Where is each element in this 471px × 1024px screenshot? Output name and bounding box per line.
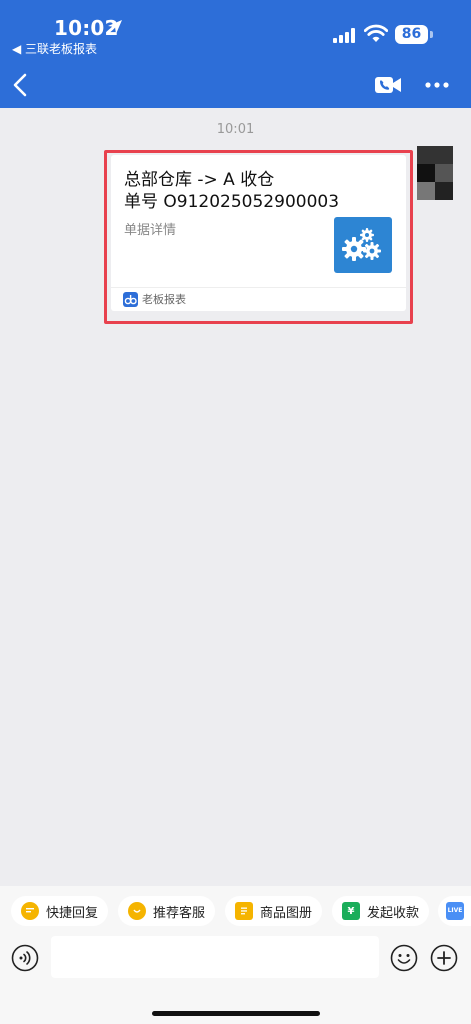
app-logo-icon [123,291,138,307]
location-arrow-icon [108,20,122,34]
live-icon: LIVE [446,902,464,920]
card-divider [111,287,406,288]
battery-indicator: 86 [395,25,428,44]
more-options-icon[interactable] [424,74,450,96]
plus-icon[interactable] [430,944,458,972]
quick-reply-label: 快捷回复 [46,905,99,921]
emoji-icon[interactable] [390,944,418,972]
card-order-number: 单号 O912025052900003 [124,192,340,212]
top-bar: 10:02 ◀ 三联老板报表 86 [0,0,471,108]
product-catalog-label: 商品图册 [260,905,313,921]
live-chip[interactable]: LIVE [438,896,471,926]
quick-reply-icon [21,902,39,920]
wifi-icon [364,24,388,42]
input-bar [0,934,471,1024]
payment-icon: ¥ [342,902,360,920]
message-input[interactable] [51,936,379,978]
card-subtitle: 单据详情 [124,223,177,238]
video-call-icon[interactable] [374,75,402,95]
back-chevron-icon[interactable] [10,72,32,98]
battery-tip [430,31,433,38]
recommend-service-chip[interactable]: 推荐客服 [118,896,216,926]
request-payment-chip[interactable]: ¥ 发起收款 [332,896,430,926]
quick-action-bar: 快捷回复 推荐客服 商品图册 ¥ 发起收款 LIVE [0,886,471,934]
product-catalog-chip[interactable]: 商品图册 [225,896,323,926]
service-icon [128,902,146,920]
request-payment-label: 发起收款 [367,905,420,921]
home-indicator [152,1011,320,1016]
card-app-name: 老板报表 [142,293,186,306]
quick-reply-chip[interactable]: 快捷回复 [11,896,109,926]
gears-icon [334,217,392,273]
document-card-message[interactable]: 总部仓库 -> A 收仓 单号 O912025052900003 单据详情 老板… [111,155,406,311]
back-to-app-link[interactable]: ◀ 三联老板报表 [12,40,97,57]
voice-input-icon[interactable] [11,944,39,972]
catalog-icon [235,902,253,920]
message-timestamp: 10:01 [216,122,255,137]
card-footer: 老板报表 [123,291,186,307]
avatar[interactable] [417,146,453,200]
card-title: 总部仓库 -> A 收仓 [124,170,275,190]
recommend-service-label: 推荐客服 [153,905,206,921]
cellular-signal-icon [333,27,359,43]
